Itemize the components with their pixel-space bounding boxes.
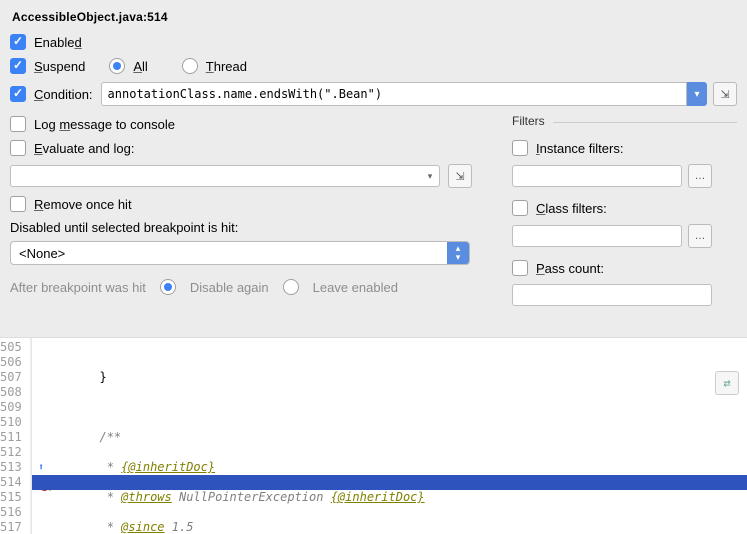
- suspend-thread-label: Thread: [206, 59, 247, 74]
- code-settings-icon[interactable]: ⇄: [715, 371, 739, 395]
- class-filter-browse-icon[interactable]: …: [688, 224, 712, 248]
- breakpoint-title: AccessibleObject.java:514: [10, 6, 737, 32]
- suspend-all-radio[interactable]: [109, 58, 125, 74]
- after-leave-radio[interactable]: [283, 279, 299, 295]
- instance-filter-browse-icon[interactable]: …: [688, 164, 712, 188]
- enabled-checkbox[interactable]: [10, 34, 26, 50]
- highlighted-line: [32, 475, 747, 490]
- condition-dropdown-icon[interactable]: ▾: [687, 82, 707, 106]
- class-filter-checkbox[interactable]: [512, 200, 528, 216]
- evaluate-expand-icon[interactable]: ⇲: [448, 164, 472, 188]
- after-hit-label: After breakpoint was hit: [10, 280, 146, 295]
- instance-filter-input[interactable]: [512, 165, 682, 187]
- suspend-label: Suspend: [34, 59, 85, 74]
- remove-once-checkbox[interactable]: [10, 196, 26, 212]
- enabled-label: Enabled: [34, 35, 82, 50]
- condition-expand-icon[interactable]: ⇲: [713, 82, 737, 106]
- disabled-until-label: Disabled until selected breakpoint is hi…: [10, 220, 492, 235]
- class-filter-label: Class filters:: [536, 201, 607, 216]
- log-console-checkbox[interactable]: [10, 116, 26, 132]
- condition-checkbox[interactable]: [10, 86, 26, 102]
- disabled-until-select[interactable]: <None> ▴▾: [10, 241, 470, 265]
- evaluate-log-label: Evaluate and log:: [34, 141, 134, 156]
- class-filter-input[interactable]: [512, 225, 682, 247]
- suspend-thread-radio[interactable]: [182, 58, 198, 74]
- instance-filter-label: Instance filters:: [536, 141, 623, 156]
- evaluate-log-checkbox[interactable]: [10, 140, 26, 156]
- line-gutter: 505506507 508509510 511512513 514515516 …: [0, 338, 31, 534]
- filters-title: Filters: [512, 114, 545, 128]
- disabled-until-value: <None>: [19, 246, 65, 261]
- code-body[interactable]: } /** * {@inheritDoc} * @throws NullPoin…: [32, 338, 747, 534]
- suspend-checkbox[interactable]: [10, 58, 26, 74]
- after-disable-radio[interactable]: [160, 279, 176, 295]
- after-disable-label: Disable again: [190, 280, 269, 295]
- remove-once-label: Remove once hit: [34, 197, 132, 212]
- pass-count-checkbox[interactable]: [512, 260, 528, 276]
- code-viewer: 505506507 508509510 511512513 514515516 …: [0, 337, 747, 534]
- condition-input[interactable]: [101, 82, 687, 106]
- divider: [553, 122, 737, 123]
- select-arrows-icon: ▴▾: [447, 242, 469, 264]
- condition-label: Condition:: [34, 87, 93, 102]
- pass-count-label: Pass count:: [536, 261, 604, 276]
- evaluate-log-input[interactable]: ▾: [10, 165, 440, 187]
- suspend-all-label: All: [133, 59, 147, 74]
- log-console-label: Log message to console: [34, 117, 175, 132]
- pass-count-input[interactable]: [512, 284, 712, 306]
- after-leave-label: Leave enabled: [313, 280, 398, 295]
- chevron-down-icon[interactable]: ▾: [421, 171, 439, 182]
- instance-filter-checkbox[interactable]: [512, 140, 528, 156]
